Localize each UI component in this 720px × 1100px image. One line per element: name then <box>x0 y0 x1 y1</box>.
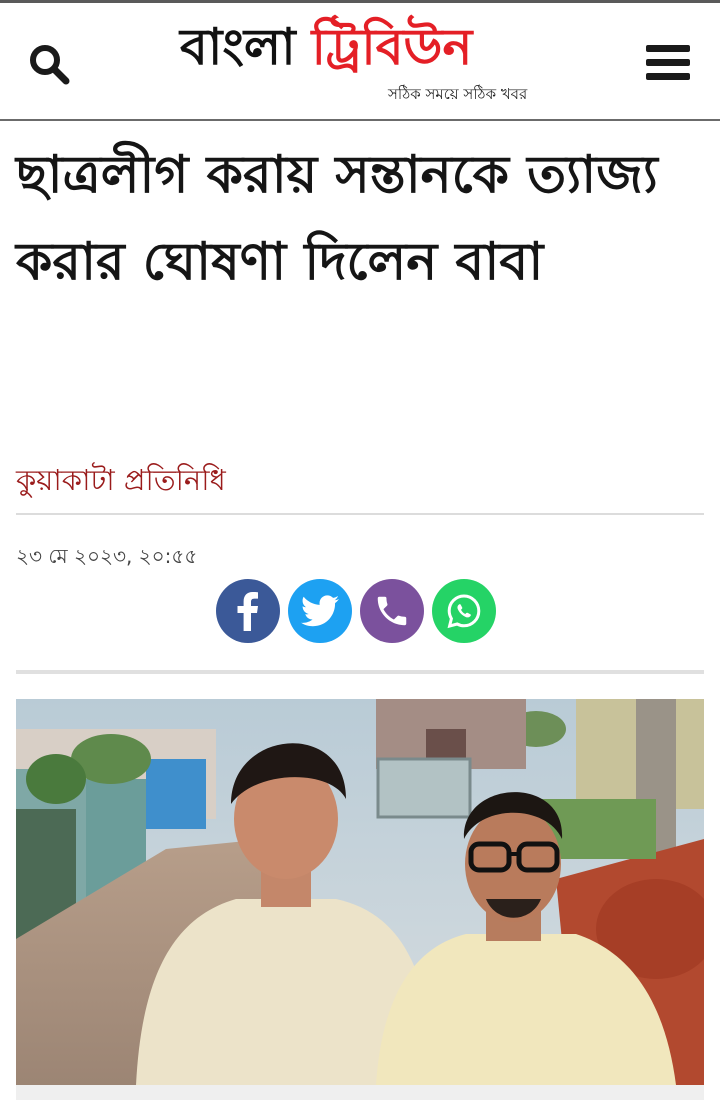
divider <box>16 670 704 674</box>
viber-icon <box>377 596 407 626</box>
article-date: ২৩ মে ২০২৩, ২০:৫৫ <box>16 544 198 568</box>
logo-tagline: সঠিক সময়ে সঠিক খবর <box>388 85 528 103</box>
site-logo[interactable]: বাংলা ট্রিবিউন সঠিক সময়ে সঠিক খবর <box>180 13 550 113</box>
photo-father-and-son <box>16 699 704 1085</box>
share-bar <box>216 579 496 643</box>
search-icon <box>30 45 70 85</box>
site-header: বাংলা ট্রিবিউন সঠিক সময়ে সঠিক খবর <box>0 3 720 121</box>
search-button[interactable] <box>26 41 74 89</box>
logo-text-bangla: বাংলা <box>180 18 296 76</box>
whatsapp-icon <box>447 594 481 629</box>
photo-caption-strip <box>16 1085 704 1100</box>
facebook-icon <box>237 592 258 631</box>
article-author[interactable]: কুয়াকাটা প্রতিনিধি <box>16 460 226 500</box>
share-whatsapp-button[interactable] <box>432 579 496 643</box>
share-twitter-button[interactable] <box>288 579 352 643</box>
menu-button[interactable] <box>642 39 696 87</box>
twitter-icon <box>301 595 339 627</box>
share-facebook-button[interactable] <box>216 579 280 643</box>
share-viber-button[interactable] <box>360 579 424 643</box>
article-headline: ছাত্রলীগ করায় সন্তানকে ত্যাজ্য করার ঘোষ… <box>16 145 658 292</box>
divider <box>16 513 704 515</box>
logo-wordmark: বাংলা ট্রিবিউন <box>180 17 472 77</box>
article-photo[interactable] <box>16 699 704 1085</box>
logo-text-tribune: ট্রিবিউন <box>311 18 473 76</box>
